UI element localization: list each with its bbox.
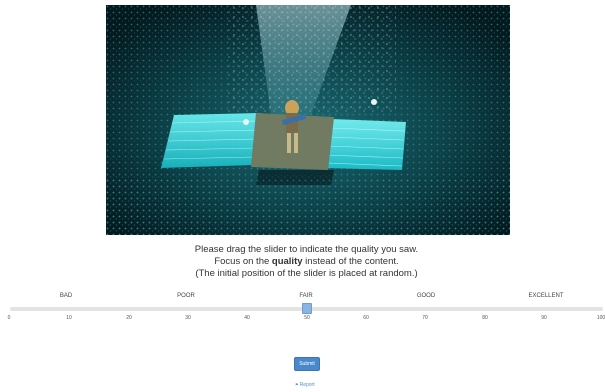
instruction-line-2-suffix: instead of the content. <box>302 256 399 267</box>
instructions: Please drag the slider to indicate the q… <box>0 244 605 280</box>
quality-label-excellent: EXCELLENT <box>528 293 564 299</box>
instruction-line-2-prefix: Focus on the <box>214 256 272 267</box>
flag-icon: ⚑ <box>295 382 299 387</box>
tick-label-70: 70 <box>422 315 428 321</box>
instruction-line-2: Focus on the quality instead of the cont… <box>0 256 605 268</box>
stimulus-image <box>106 5 510 235</box>
report-label: Report <box>299 382 315 388</box>
quality-label-poor: POOR <box>177 293 195 299</box>
quality-label-good: GOOD <box>416 293 436 299</box>
instruction-line-3: (The initial position of the slider is p… <box>195 268 418 279</box>
tick-label-30: 30 <box>185 315 191 321</box>
quality-slider-thumb[interactable] <box>301 303 312 314</box>
tick-label-80: 80 <box>482 315 488 321</box>
concert-photo <box>106 5 510 235</box>
tick-label-20: 20 <box>126 315 132 321</box>
tick-label-50: 50 <box>304 315 310 321</box>
instruction-emphasis: quality <box>271 256 303 267</box>
tick-label-10: 10 <box>66 315 72 321</box>
tick-label-100: 100 <box>596 315 605 321</box>
tick-label-0: 0 <box>7 315 11 321</box>
submit-button[interactable]: Submit <box>294 357 320 371</box>
tick-label-90: 90 <box>541 315 547 321</box>
tick-label-40: 40 <box>244 315 250 321</box>
report-link[interactable]: ⚑Report <box>295 382 315 388</box>
quality-label-bad: BAD <box>59 293 73 299</box>
tick-label-60: 60 <box>363 315 369 321</box>
instruction-line-1: Please drag the slider to indicate the q… <box>194 244 419 255</box>
quality-label-fair: FAIR <box>299 293 313 299</box>
